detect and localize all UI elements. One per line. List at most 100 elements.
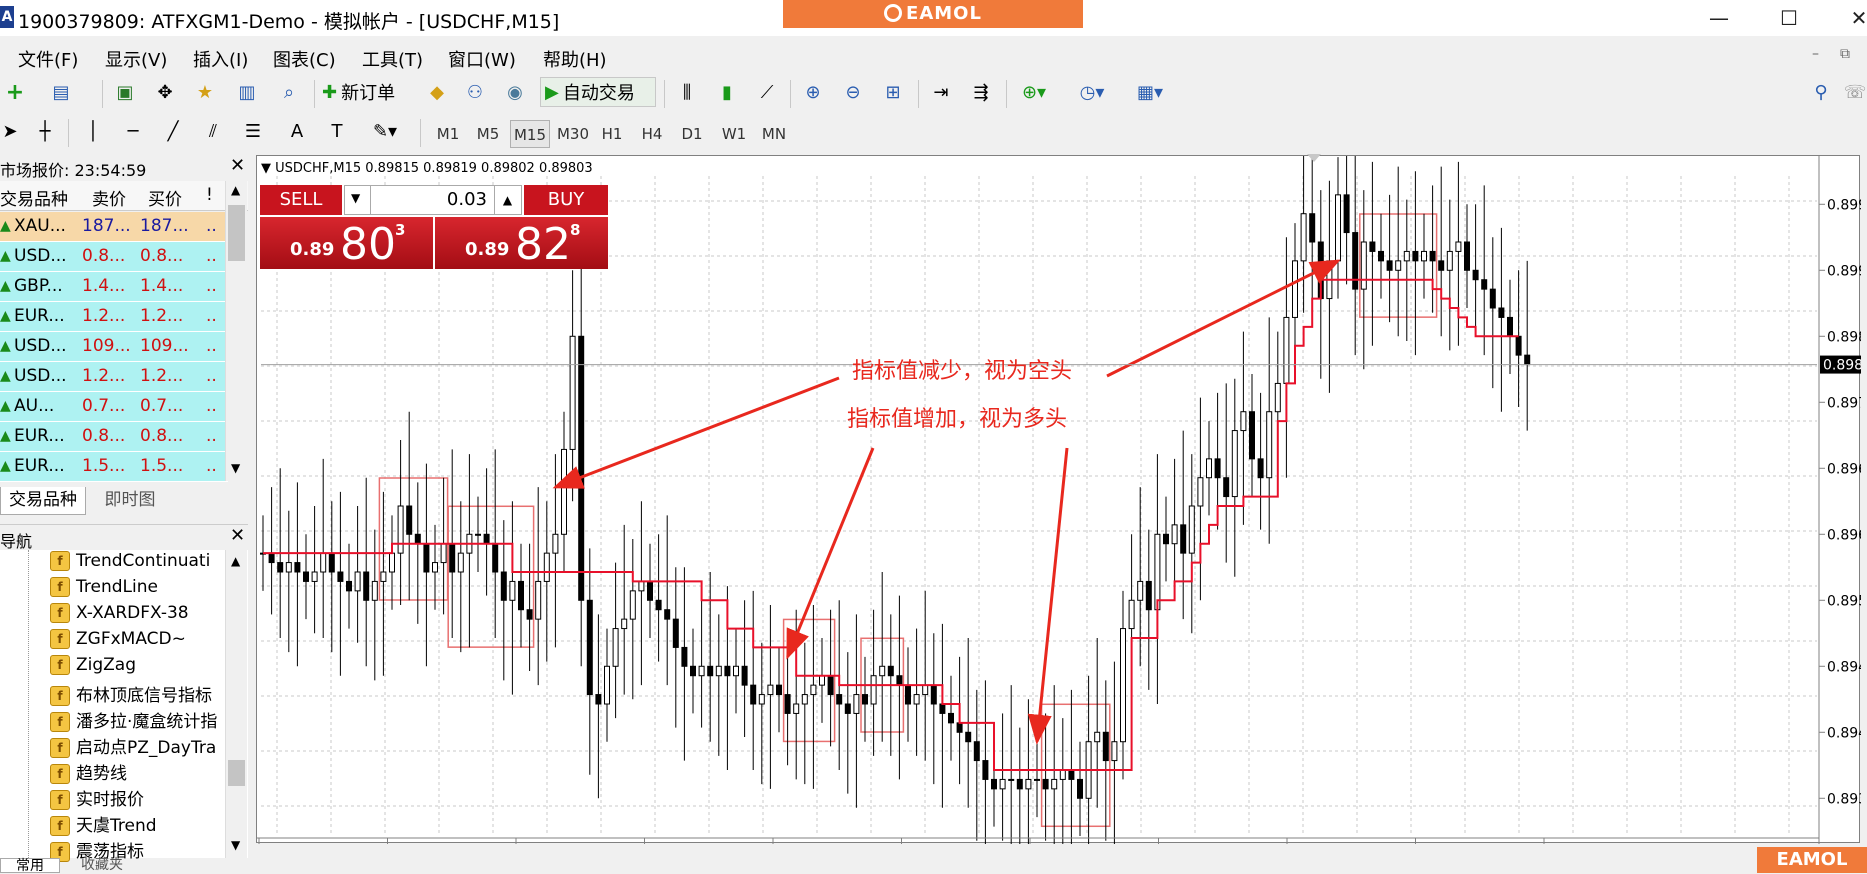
- menu-tools[interactable]: 工具(T): [362, 46, 423, 72]
- scroll-down-icon[interactable]: ▼: [231, 461, 240, 475]
- navigator-icon[interactable]: ★: [190, 77, 220, 107]
- timeframe-m15[interactable]: M15: [510, 120, 550, 148]
- nav-scroll-thumb[interactable]: [228, 760, 245, 786]
- timeframe-m1[interactable]: M1: [430, 120, 466, 148]
- profiles-icon[interactable]: ▤: [46, 77, 76, 107]
- menu-window[interactable]: 窗口(W): [448, 46, 516, 72]
- mdi-restore-button[interactable]: ⧉: [1840, 46, 1850, 62]
- scroll-thumb[interactable]: [228, 205, 245, 261]
- timeframe-d1[interactable]: D1: [676, 120, 708, 148]
- equidistant-channel-icon[interactable]: ⫽: [198, 116, 228, 146]
- buy-price[interactable]: 0.89 82 8: [435, 217, 608, 270]
- maximize-button[interactable]: ☐: [1766, 4, 1812, 32]
- market-watch-scrollbar[interactable]: ▲ ▼: [225, 181, 247, 481]
- navigator-item[interactable]: f TrendContinuati: [50, 551, 222, 577]
- menu-file[interactable]: 文件(F): [18, 46, 78, 72]
- menu-charts[interactable]: 图表(C): [273, 46, 336, 72]
- tab-common[interactable]: 常用: [0, 858, 60, 873]
- auto-scroll-icon[interactable]: ⇶: [966, 77, 996, 107]
- auto-trading-button[interactable]: ▶ 自动交易: [540, 77, 656, 107]
- column-ask[interactable]: 买价: [148, 185, 182, 210]
- market-watch-icon[interactable]: ▣: [110, 77, 140, 107]
- market-watch-row[interactable]: ▲ AU... 0.7... 0.7.....: [0, 392, 228, 422]
- market-watch-close-icon[interactable]: ✕: [230, 155, 245, 176]
- signals-icon[interactable]: ⚇: [460, 77, 490, 107]
- text-icon[interactable]: A: [282, 116, 312, 146]
- timeframe-w1[interactable]: W1: [716, 120, 752, 148]
- tab-symbols[interactable]: 交易品种: [0, 487, 86, 515]
- fibonacci-icon[interactable]: ☰: [238, 116, 268, 146]
- market-watch-row[interactable]: ▲ EUR... 1.5... 1.5.....: [0, 452, 228, 482]
- new-chart-icon[interactable]: +: [0, 77, 30, 107]
- zoom-in-icon[interactable]: ⊕: [798, 77, 828, 107]
- minimize-button[interactable]: —: [1696, 4, 1742, 32]
- crosshair-toolbar-icon[interactable]: ✥: [150, 77, 180, 107]
- buy-button[interactable]: BUY: [524, 185, 608, 215]
- navigator-item[interactable]: f 趋势线: [50, 759, 222, 785]
- text-label-icon[interactable]: T: [322, 116, 352, 146]
- market-watch-row[interactable]: ▲ EUR... 0.8... 0.8.....: [0, 422, 228, 452]
- column-spread[interactable]: !: [206, 185, 213, 205]
- scroll-up-icon[interactable]: ▲: [231, 183, 240, 197]
- vertical-line-icon[interactable]: │: [78, 116, 108, 146]
- navigator-scrollbar[interactable]: ▲ ▼: [225, 550, 247, 858]
- tab-tick-chart[interactable]: 即时图: [90, 487, 170, 515]
- crosshair-icon[interactable]: ┼: [30, 116, 60, 146]
- timeframe-mn[interactable]: MN: [756, 120, 792, 148]
- timeframe-m30[interactable]: M30: [552, 120, 594, 148]
- horizontal-line-icon[interactable]: ─: [118, 116, 148, 146]
- market-watch-row[interactable]: ▲ USD... 109... 109.....: [0, 332, 228, 362]
- cursor-icon[interactable]: ➤: [0, 116, 20, 146]
- navigator-item[interactable]: f TrendLine: [50, 577, 222, 603]
- market-watch-row[interactable]: ▲ USD... 0.8... 0.8.....: [0, 242, 228, 272]
- navigator-item[interactable]: f 天虞Trend: [50, 811, 222, 837]
- timeframe-h4[interactable]: H4: [636, 120, 668, 148]
- tile-windows-icon[interactable]: ⊞: [878, 77, 908, 107]
- candlestick-chart-icon[interactable]: ▮: [712, 77, 742, 107]
- arrows-icon[interactable]: ✎▾: [362, 116, 408, 146]
- new-order-button[interactable]: ✚ 新订单: [322, 77, 422, 107]
- zoom-out-icon[interactable]: ⊖: [838, 77, 868, 107]
- market-icon[interactable]: ◉: [500, 77, 530, 107]
- strategy-tester-icon[interactable]: ⌕: [274, 77, 304, 107]
- market-watch-row[interactable]: ▲ EUR... 1.2... 1.2.....: [0, 302, 228, 332]
- navigator-item[interactable]: f X-XARDFX-38: [50, 603, 222, 629]
- terminal-icon[interactable]: ▥: [232, 77, 262, 107]
- menu-view[interactable]: 显示(V): [105, 46, 167, 72]
- lot-up-icon[interactable]: ▲: [494, 186, 520, 214]
- chart-shift-marker[interactable]: [1307, 154, 1321, 162]
- menu-help[interactable]: 帮助(H): [543, 46, 607, 72]
- sell-button[interactable]: SELL: [260, 185, 342, 215]
- periods-icon[interactable]: ◷▾: [1072, 77, 1112, 107]
- templates-icon[interactable]: ▦▾: [1130, 77, 1170, 107]
- market-watch-row[interactable]: ▲ XAU... 187... 187.....: [0, 212, 228, 242]
- navigator-item[interactable]: f 布林顶底信号指标: [50, 681, 222, 707]
- navigator-item[interactable]: f 实时报价: [50, 785, 222, 811]
- chat-icon[interactable]: ☏: [1840, 77, 1867, 107]
- navigator-item[interactable]: f 启动点PZ_DayTra: [50, 733, 222, 759]
- column-bid[interactable]: 卖价: [92, 185, 126, 210]
- navigator-close-icon[interactable]: ✕: [230, 525, 245, 546]
- menu-insert[interactable]: 插入(I): [193, 46, 248, 72]
- close-button[interactable]: ✕: [1836, 4, 1867, 32]
- tab-favorites[interactable]: 收藏夹: [62, 858, 142, 873]
- bar-chart-icon[interactable]: ⫼: [672, 77, 702, 107]
- search-icon[interactable]: ⚲: [1806, 77, 1836, 107]
- timeframe-m5[interactable]: M5: [470, 120, 506, 148]
- timeframe-h1[interactable]: H1: [596, 120, 628, 148]
- column-symbol[interactable]: 交易品种: [0, 185, 68, 210]
- mdi-minimize-button[interactable]: –: [1812, 46, 1819, 62]
- chart-shift-icon[interactable]: ⇥: [926, 77, 956, 107]
- market-watch-row[interactable]: ▲ GBP... 1.4... 1.4.....: [0, 272, 228, 302]
- line-chart-icon[interactable]: ⟋: [752, 77, 782, 107]
- navigator-item[interactable]: f 潘多拉·魔盒统计指: [50, 707, 222, 733]
- metaeditor-icon[interactable]: ◆: [422, 77, 452, 107]
- market-watch-row[interactable]: ▲ USD... 1.2... 1.2.....: [0, 362, 228, 392]
- navigator-item[interactable]: f ZGFxMACD~: [50, 629, 222, 655]
- sell-price[interactable]: 0.89 80 3: [260, 217, 433, 270]
- nav-scroll-up-icon[interactable]: ▲: [231, 554, 240, 568]
- navigator-item[interactable]: f ZigZag: [50, 655, 222, 681]
- trendline-icon[interactable]: ╱: [158, 116, 188, 146]
- nav-scroll-down-icon[interactable]: ▼: [231, 838, 240, 852]
- indicators-icon[interactable]: ⊕▾: [1014, 77, 1054, 107]
